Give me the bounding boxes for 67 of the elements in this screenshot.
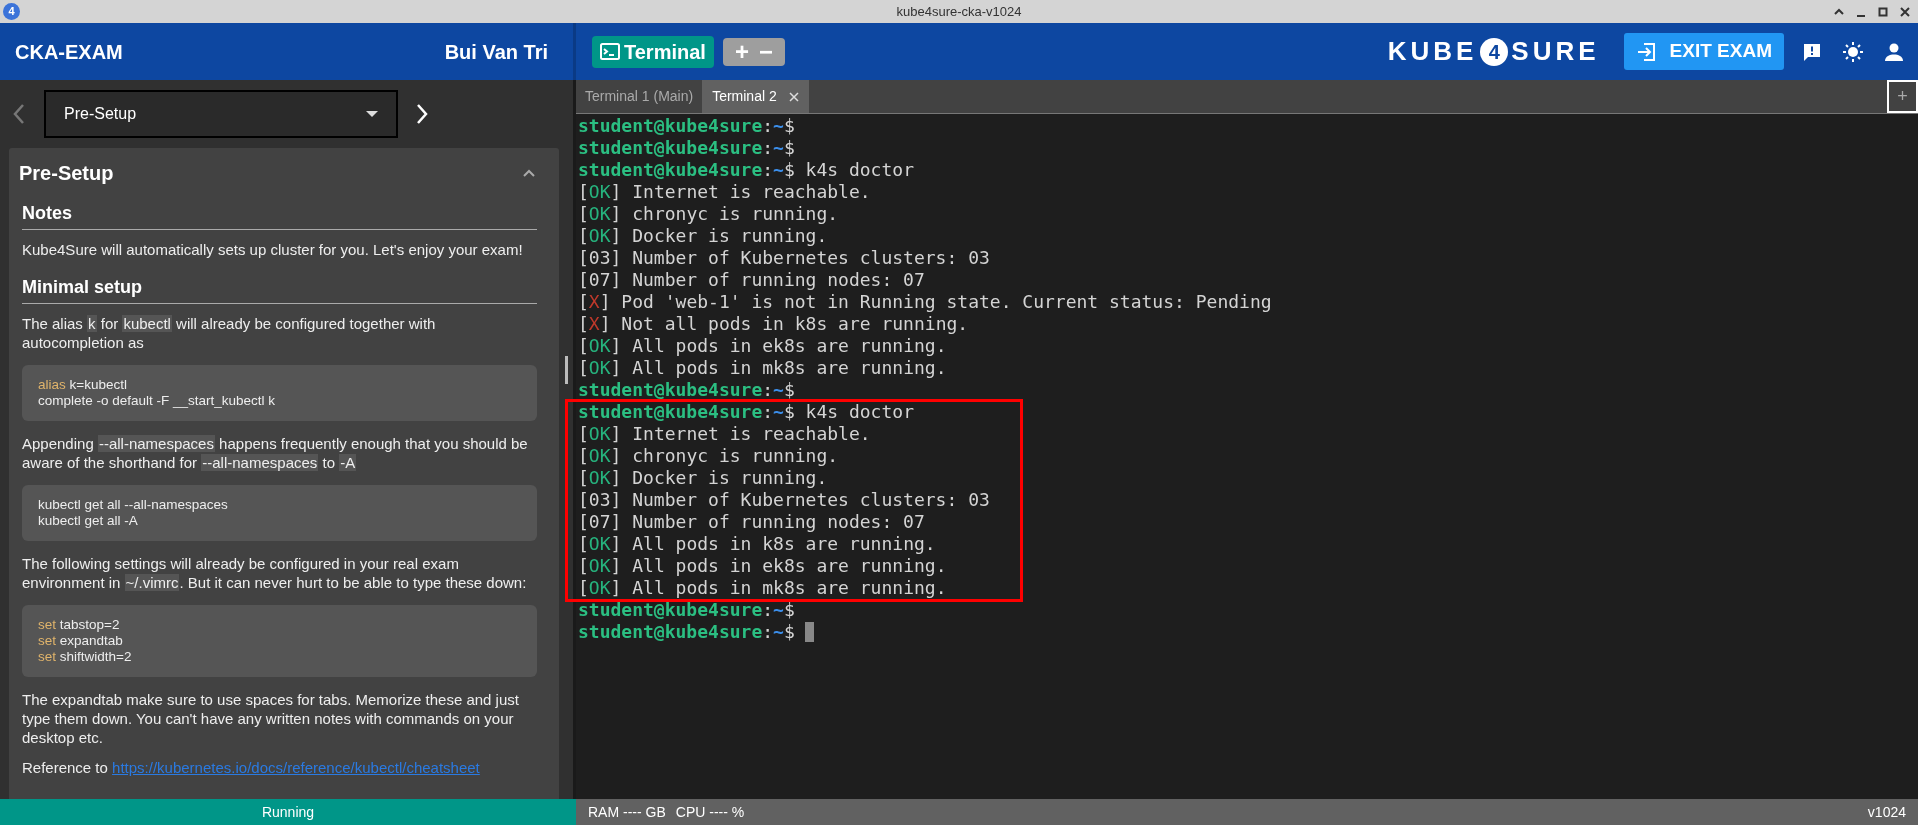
app-icon: 4 [3, 3, 20, 20]
feedback-icon[interactable] [1802, 41, 1822, 62]
exam-title: CKA-EXAM [15, 39, 123, 65]
terminal-line: [OK] All pods in k8s are running. [578, 533, 936, 555]
terminal-button[interactable]: Terminal [592, 35, 714, 68]
scrollbar-thumb[interactable] [564, 356, 568, 384]
status-text: Running [261, 802, 315, 822]
version-label: v1024 [1867, 802, 1906, 822]
paragraph: The following settings will already be configured in your real exam environment in ~/.vimrc. But it can never hurt to be able to type these down: [22, 554, 528, 592]
paragraph: Appending --all-namespaces happens frequently enough that you should be aware of the shorthand for --all-namespaces to -A [22, 434, 529, 472]
paragraph: The alias k for kubectl will already be configured together with autocompletion as [22, 314, 437, 352]
window-title: kube4sure-cka-v1024 [896, 2, 1022, 21]
terminal-line: [03] Number of Kubernetes clusters: 03 [578, 247, 990, 269]
section-heading: Notes [22, 200, 538, 230]
zoom-button[interactable]: + [734, 39, 749, 64]
terminal-line: student@kube4sure:~$ [578, 379, 795, 401]
terminal-line: student@kube4sure:~$ [578, 599, 795, 621]
dropdown-caret-icon [366, 111, 378, 117]
card-title: Pre-Setup [19, 161, 114, 186]
section-heading: Minimal setup [22, 274, 538, 304]
brightness-icon[interactable] [1842, 40, 1864, 63]
logo-text: KUBE [1387, 35, 1478, 68]
next-icon[interactable] [416, 103, 428, 125]
terminal-line: [OK] All pods in mk8s are running. [578, 577, 947, 599]
expand-icon[interactable] [1834, 8, 1844, 15]
terminal-line: [OK] Internet is reachable. [578, 181, 871, 203]
code-block: set tabstop=2 set expandtab set shiftwidth=2 [22, 605, 538, 677]
terminal-line: [OK] All pods in mk8s are running. [578, 357, 947, 379]
paragraph: Reference to https://kubernetes.io/docs/reference/kubectl/cheatsheet [22, 758, 481, 777]
terminal-line: [OK] Docker is running. [578, 225, 828, 247]
reference-link[interactable]: https://kubernetes.io/docs/reference/kubectl/cheatsheet [112, 759, 480, 776]
ram-usage: RAM ---- GB [588, 802, 666, 822]
code-block: alias k=kubectl complete -o default -F __start_kubectl k [22, 365, 538, 421]
exit-exam-button[interactable]: EXIT EXAM [1623, 33, 1784, 70]
terminal-line: [OK] All pods in ek8s are running. [578, 555, 947, 577]
terminal-line: [07] Number of running nodes: 07 [578, 269, 925, 291]
terminal-line: [OK] Internet is reachable. [578, 423, 871, 445]
terminal-line: student@kube4sure:~$ [578, 137, 795, 159]
terminal-line: [X] Not all pods in k8s are running. [578, 313, 969, 335]
terminal-line: [OK] chronyc is running. [578, 445, 839, 467]
terminal-line: [OK] All pods in ek8s are running. [578, 335, 947, 357]
terminal-line: student@kube4sure:~$ k4s doctor [578, 159, 914, 181]
logo-badge: 4 [1480, 37, 1509, 66]
logo-text: SURE [1511, 35, 1600, 68]
account-icon[interactable] [1884, 41, 1904, 62]
terminal-line: [X] Pod 'web-1' is not in Running state. Current status: Pending [578, 291, 1272, 313]
collapse-icon[interactable] [523, 169, 536, 177]
code-block: kubectl get all --all-namespaces kubectl get all -A [22, 485, 538, 541]
terminal-icon [600, 43, 620, 60]
paragraph: Kube4Sure will automatically sets up cluster for you. Let's enjoy your exam! [22, 240, 524, 259]
section-select[interactable]: Pre-Setup [44, 90, 398, 138]
cpu-usage: CPU ---- % [675, 802, 745, 822]
terminal-line: student@kube4sure:~$ [578, 621, 814, 643]
paragraph: The expandtab make sure to use spaces for tabs. Memorize these and just type them down. You can't have any written notes with commands on your desktop etc. [22, 690, 520, 747]
terminal-tab[interactable]: Terminal 2 [702, 80, 809, 113]
terminal-line: [07] Number of running nodes: 07 [578, 511, 925, 533]
exit-icon [1635, 41, 1656, 62]
terminal-line: student@kube4sure:~$ [578, 115, 795, 137]
terminal-line: [OK] Docker is running. [578, 467, 828, 489]
maximize-icon[interactable] [1878, 6, 1888, 17]
zoom-button[interactable]: − [758, 39, 773, 64]
terminal-line: [OK] chronyc is running. [578, 203, 839, 225]
terminal-tab[interactable]: Terminal 1 (Main) [576, 80, 703, 113]
user-name: Bui Van Tri [444, 39, 549, 65]
terminal-line: student@kube4sure:~$ k4s doctor [578, 401, 914, 423]
close-icon[interactable] [1900, 6, 1910, 17]
terminal-line: [03] Number of Kubernetes clusters: 03 [578, 489, 990, 511]
